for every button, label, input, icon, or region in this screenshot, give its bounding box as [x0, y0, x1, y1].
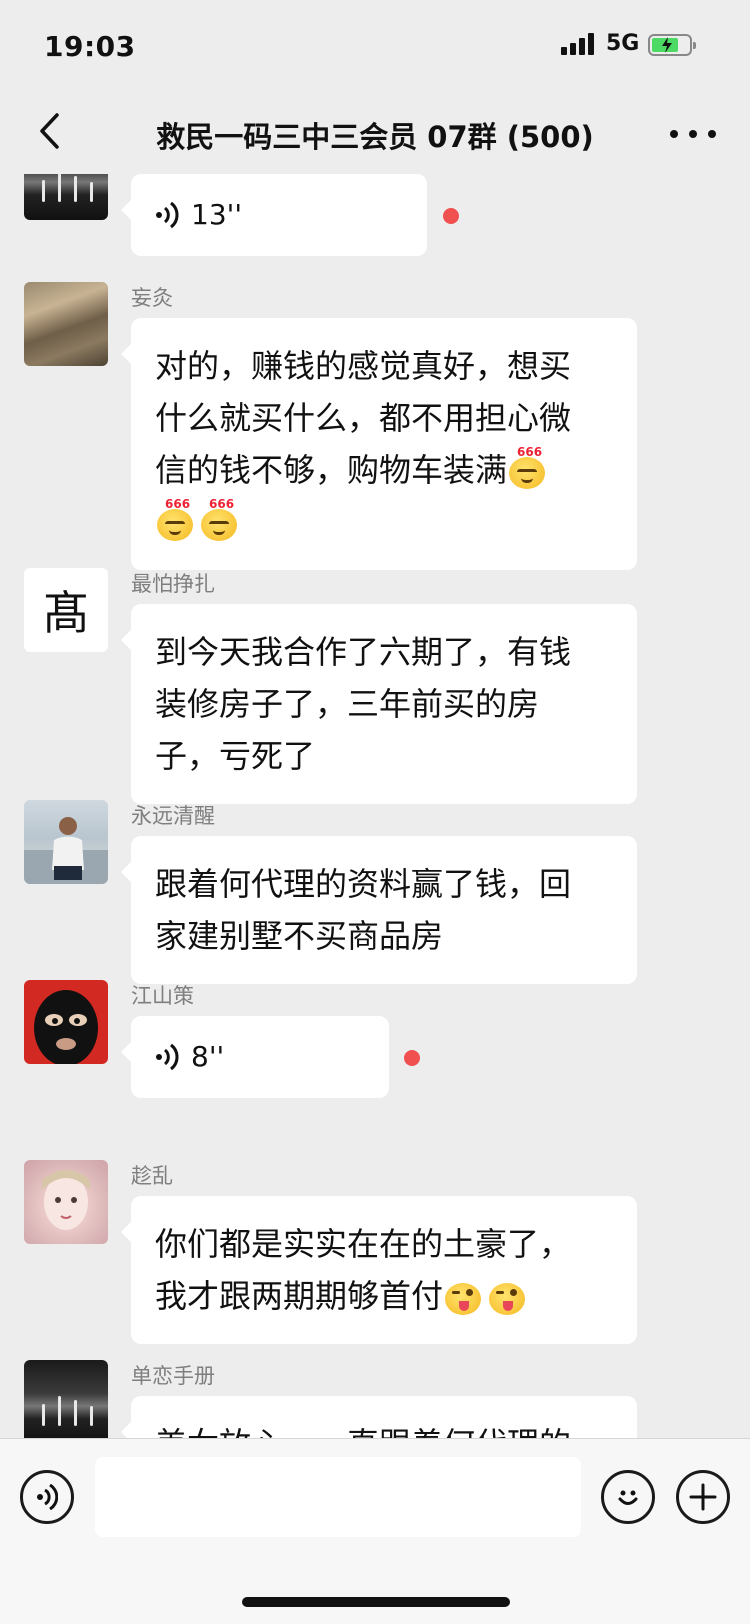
message-line: 什么就买什么，都不用担心微: [155, 399, 572, 437]
voice-duration: 13'': [191, 198, 243, 231]
sender-name: 单恋手册: [131, 1364, 215, 1388]
avatar[interactable]: [24, 800, 108, 884]
voice-input-button[interactable]: [20, 1470, 74, 1524]
message-line: 对的，赚钱的感觉真好，想买: [155, 347, 572, 385]
back-chevron-icon: [40, 113, 59, 149]
more-functions-button[interactable]: [676, 1470, 730, 1524]
plus-icon: [689, 1483, 717, 1511]
message-line: 你们都是实实在在的土豪了，: [155, 1225, 572, 1263]
message-bubble[interactable]: 跟着何代理的资料赢了钱，回 家建别墅不买商品房: [121, 836, 637, 984]
emoji-666-icon: 666: [157, 497, 197, 541]
voice-wave-icon: [37, 1484, 58, 1510]
avatar[interactable]: [24, 1360, 108, 1438]
sender-name: 最怕挣扎: [131, 572, 215, 596]
message-line: 信的钱不够，购物车装满 666: [155, 444, 613, 496]
sender-name: 趁乱: [131, 1164, 173, 1188]
avatar[interactable]: [24, 980, 108, 1064]
message-line: 到今天我合作了六期了，有钱: [155, 633, 572, 671]
sender-name: 永远清醒: [131, 804, 215, 828]
home-indicator: [242, 1597, 510, 1607]
voice-wave-icon: [156, 201, 179, 229]
status-time: 19:03: [44, 30, 136, 63]
avatar[interactable]: [24, 174, 108, 220]
message-line: 家建别墅不买商品房: [155, 917, 444, 955]
message-bubble[interactable]: 对的，赚钱的感觉真好，想买 什么就买什么，都不用担心微 信的钱不够，购物车装满 6…: [121, 318, 637, 570]
more-button[interactable]: [670, 114, 716, 154]
person-photo: [24, 817, 108, 884]
message-line: 子，亏死了: [155, 737, 316, 775]
sender-name: 江山策: [131, 984, 194, 1008]
emoji-smile-icon: [618, 1490, 638, 1505]
chat-title: 救民一码三中三会员 07群 (500): [156, 120, 594, 154]
voice-wave-icon: [156, 1043, 179, 1071]
back-button[interactable]: [24, 106, 74, 156]
avatar[interactable]: [24, 282, 108, 366]
sender-name: 妄灸: [131, 286, 173, 310]
message-bubble[interactable]: 你们都是实实在在的土豪了， 我才跟两期期够首付: [121, 1196, 637, 1344]
portrait-photo: [42, 1170, 90, 1230]
unread-dot: [404, 1050, 420, 1066]
more-dots-icon: [670, 130, 678, 138]
masked-face-icon: [34, 990, 98, 1064]
message-list[interactable]: 13'' 妄灸 对的，赚钱的感觉真好，想买 什么就买什么，都不用担心微 信的钱不…: [0, 174, 750, 1438]
network-label: 5G: [606, 31, 640, 56]
chat-header: 救民一码三中三会员 07群 (500): [0, 92, 750, 174]
voice-message-bubble[interactable]: 8'': [121, 1016, 389, 1098]
emoji-666-icon: 666: [509, 445, 549, 489]
signal-icon: [561, 33, 597, 55]
message-line: 跟着何代理的资料赢了钱，回: [155, 865, 572, 903]
winking-tongue-emoji-icon: [489, 1275, 529, 1315]
battery-icon: [648, 34, 696, 56]
emoji-button[interactable]: [601, 1470, 655, 1524]
avatar[interactable]: 髙: [24, 568, 108, 652]
winking-tongue-emoji-icon: [445, 1275, 485, 1315]
message-line: 装修房子了，三年前买的房: [155, 685, 540, 723]
voice-duration: 8'': [191, 1040, 225, 1073]
unread-dot: [443, 208, 459, 224]
voice-message-bubble[interactable]: 13'': [121, 174, 427, 256]
message-input[interactable]: [95, 1457, 581, 1537]
message-bubble[interactable]: 美女放心，一直跟着何代理的: [121, 1396, 637, 1438]
message-bubble[interactable]: 到今天我合作了六期了，有钱 装修房子了，三年前买的房 子，亏死了: [121, 604, 637, 804]
message-line: 666 666: [155, 496, 613, 548]
message-line: 美女放心，一直跟着何代理的: [155, 1418, 613, 1438]
message-line: 我才跟两期期够首付: [155, 1270, 613, 1322]
status-bar: 19:03 5G: [0, 0, 750, 92]
emoji-666-icon: 666: [201, 497, 241, 541]
avatar[interactable]: [24, 1160, 108, 1244]
